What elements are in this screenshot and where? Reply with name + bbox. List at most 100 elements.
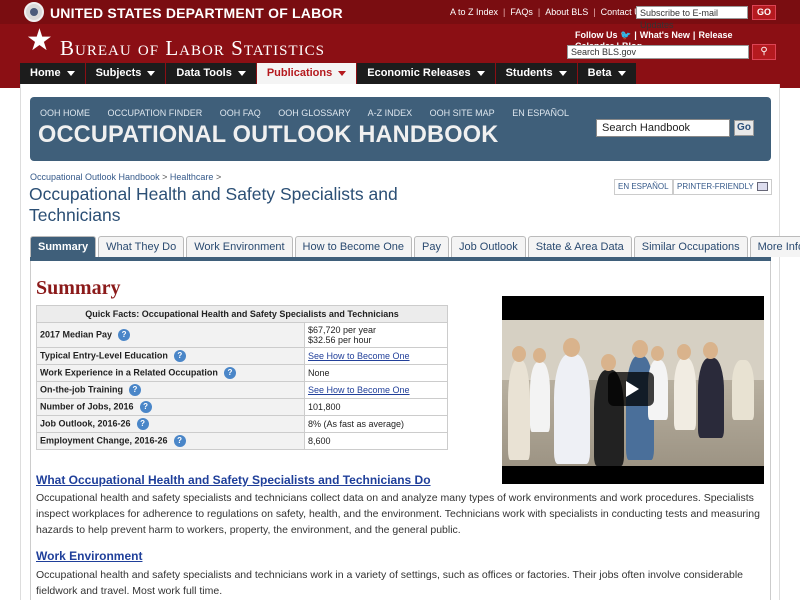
ooh-link-a-z-index[interactable]: A-Z INDEX — [368, 108, 413, 118]
video-figure-head — [677, 344, 691, 360]
separator: | — [692, 30, 696, 40]
handbook-go-button[interactable]: Go — [734, 120, 754, 136]
nav-economic-releases[interactable]: Economic Releases — [357, 63, 495, 84]
video-figure-head — [651, 346, 664, 361]
tab-job-outlook[interactable]: Job Outlook — [451, 236, 526, 257]
tab-work-environment[interactable]: Work Environment — [186, 236, 293, 257]
printer-friendly-button[interactable]: PRINTER-FRIENDLY — [673, 179, 772, 195]
row-label: On-the-job Training? — [36, 381, 305, 399]
ooh-banner: OOH HOME OCCUPATION FINDER OOH FAQ OOH G… — [30, 97, 771, 161]
whats-new-link[interactable]: What's New — [640, 30, 690, 40]
chevron-down-icon — [338, 70, 347, 76]
row-value: 8,600 — [304, 432, 448, 450]
video-figure-head — [601, 354, 616, 371]
ooh-link-site-map[interactable]: OOH SITE MAP — [430, 108, 495, 118]
tab-what-they-do[interactable]: What They Do — [98, 236, 185, 257]
ooh-link-glossary[interactable]: OOH GLOSSARY — [278, 108, 350, 118]
video-player[interactable] — [502, 296, 764, 484]
ooh-title[interactable]: OCCUPATIONAL OUTLOOK HANDBOOK — [38, 121, 498, 149]
row-value: $67,720 per year $32.56 per hour — [304, 322, 448, 348]
twitter-icon[interactable]: 🐦 — [620, 30, 631, 40]
main-nav: Home Subjects Data Tools Publications Ec… — [20, 63, 637, 84]
chevron-down-icon — [237, 70, 246, 76]
what-they-do-link[interactable]: What Occupational Health and Safety Spec… — [36, 473, 431, 487]
breadcrumb: Occupational Outlook Handbook > Healthca… — [30, 172, 221, 182]
site-search-input[interactable]: Search BLS.gov — [567, 45, 749, 59]
tab-how-to-become-one[interactable]: How to Become One — [294, 236, 413, 257]
tab-similar-occupations[interactable]: Similar Occupations — [633, 236, 748, 257]
row-value: See How to Become One — [304, 347, 448, 365]
ooh-link-home[interactable]: OOH HOME — [40, 108, 90, 118]
tab-pay[interactable]: Pay — [414, 236, 449, 257]
work-environment-link[interactable]: Work Environment — [36, 549, 142, 563]
subscribe-go-button[interactable]: GO — [752, 5, 776, 20]
nav-beta[interactable]: Beta — [577, 63, 636, 84]
help-icon[interactable]: ? — [223, 367, 236, 379]
follow-us-link[interactable]: Follow Us — [575, 30, 618, 40]
see-how-to-become-one-link[interactable]: See How to Become One — [308, 385, 410, 395]
table-row: Job Outlook, 2016-26? 8% (As fast as ave… — [36, 415, 448, 433]
separator: | — [634, 30, 637, 40]
help-icon[interactable]: ? — [129, 384, 141, 396]
table-row: Employment Change, 2016-26? 8,600 — [36, 432, 448, 450]
separator: | — [593, 7, 596, 17]
top-link-about-bls[interactable]: About BLS — [545, 7, 588, 17]
chevron-down-icon — [558, 70, 567, 76]
nav-students[interactable]: Students — [495, 63, 577, 84]
row-value: See How to Become One — [304, 381, 448, 399]
video-figure — [732, 360, 754, 420]
chevron-down-icon — [617, 70, 626, 76]
bls-title[interactable]: Bureau of Labor Statistics — [60, 36, 325, 61]
nav-home[interactable]: Home — [20, 63, 85, 84]
printer-icon — [756, 182, 768, 192]
nav-subjects[interactable]: Subjects — [85, 63, 166, 84]
espanol-button[interactable]: EN ESPAÑOL — [614, 179, 673, 195]
help-icon[interactable]: ? — [173, 350, 186, 362]
help-icon[interactable]: ? — [136, 418, 149, 430]
video-figure-head — [632, 340, 648, 358]
ooh-link-faq[interactable]: OOH FAQ — [220, 108, 261, 118]
video-figure-head — [512, 346, 526, 362]
video-figure — [554, 354, 590, 464]
ooh-link-espanol[interactable]: EN ESPAÑOL — [512, 108, 569, 118]
row-label-text: Employment Change, 2016-26 — [40, 435, 168, 446]
breadcrumb-healthcare[interactable]: Healthcare — [170, 172, 214, 182]
top-link-a-to-z[interactable]: A to Z Index — [450, 7, 498, 17]
tab-more-info[interactable]: More Info — [749, 236, 800, 257]
breadcrumb-ooh[interactable]: Occupational Outlook Handbook — [30, 172, 160, 182]
help-icon[interactable]: ? — [173, 435, 186, 447]
row-label: Typical Entry-Level Education? — [36, 347, 305, 365]
bls-star-icon[interactable]: ★ — [26, 26, 54, 56]
work-environment-text: Occupational health and safety specialis… — [36, 569, 743, 597]
search-icon[interactable]: ⚲ — [752, 44, 776, 60]
table-row: Work Experience in a Related Occupation?… — [36, 364, 448, 382]
help-icon[interactable]: ? — [118, 329, 131, 341]
video-figure-head — [703, 342, 718, 359]
top-link-faqs[interactable]: FAQs — [510, 7, 533, 17]
dol-title[interactable]: UNITED STATES DEPARTMENT OF LABOR — [50, 5, 343, 21]
nav-publications[interactable]: Publications — [256, 63, 357, 84]
tab-summary[interactable]: Summary — [30, 236, 97, 257]
nav-label: Economic Releases — [367, 67, 471, 79]
play-icon[interactable] — [608, 372, 654, 406]
row-label: Employment Change, 2016-26? — [36, 432, 305, 450]
video-figure-head — [533, 348, 546, 363]
handbook-search-input[interactable]: Search Handbook — [596, 119, 730, 137]
subscribe-email-input[interactable]: Subscribe to E-mail Updates — [636, 6, 748, 30]
separator: | — [537, 7, 541, 17]
breadcrumb-sep: > — [162, 172, 168, 182]
nav-label: Subjects — [95, 67, 142, 79]
dol-seal-icon[interactable] — [24, 2, 44, 22]
video-figure — [698, 358, 724, 438]
help-icon[interactable]: ? — [139, 401, 152, 413]
separator: | — [503, 7, 506, 17]
ooh-link-occupation-finder[interactable]: OCCUPATION FINDER — [108, 108, 203, 118]
chevron-down-icon — [66, 70, 75, 76]
video-figure — [508, 360, 530, 460]
tab-state-area-data[interactable]: State & Area Data — [527, 236, 632, 257]
nav-label: Data Tools — [176, 67, 232, 79]
what-they-do-text: Occupational health and safety specialis… — [36, 492, 760, 536]
nav-data-tools[interactable]: Data Tools — [166, 63, 256, 84]
table-row: Number of Jobs, 2016? 101,800 — [36, 398, 448, 416]
see-how-to-become-one-link[interactable]: See How to Become One — [308, 351, 410, 361]
